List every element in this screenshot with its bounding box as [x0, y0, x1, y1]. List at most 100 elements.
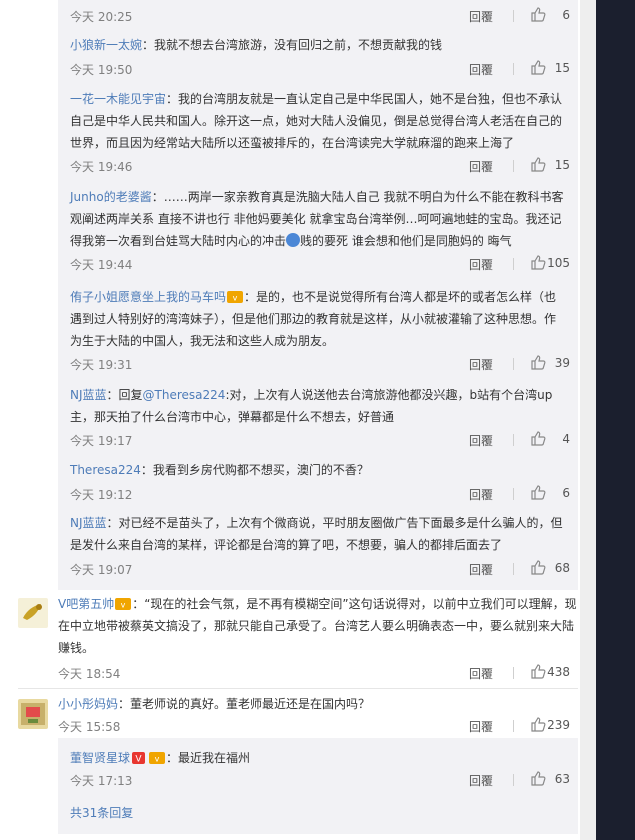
- comment-meta: 今天 15:58 回覆 239: [58, 716, 578, 736]
- reply-meta: 今天 17:13 回覆 63: [70, 770, 578, 790]
- username-link[interactable]: 侑子小姐愿意坐上我的马车吗: [70, 290, 226, 304]
- sub-comment: 一花一木能见宇宙：我的台湾朋友就是一直认定自己是中华民国人，她不是台独，但也不承…: [70, 88, 578, 154]
- comment-text: 观阐述两岸关系 直接不讲也行 非他妈要美化 就拿宝岛台湾举例…呵呵遍地蛙的宝岛。…: [70, 212, 562, 226]
- reply-meta: 今天 19:50 回覆 15: [70, 59, 578, 79]
- reply-button[interactable]: 回覆: [469, 718, 493, 735]
- like-count: 4: [562, 432, 570, 446]
- reply-meta: 今天 19:31 回覆 39: [70, 354, 578, 374]
- reply-meta: 今天 19:44 回覆 105: [70, 254, 578, 274]
- comment-text: :对，上次有人说送他去台湾旅游他都没兴趣，b站有个台湾up: [225, 388, 553, 402]
- like-count: 15: [554, 61, 570, 75]
- username-link[interactable]: 董智贤星球: [70, 751, 130, 765]
- like-count: 39: [554, 356, 570, 370]
- thumbs-up-icon[interactable]: [530, 716, 546, 732]
- thumbs-up-icon[interactable]: [530, 770, 546, 786]
- divider: [18, 688, 578, 689]
- reply-button[interactable]: 回覆: [469, 256, 493, 273]
- svg-text:v: v: [121, 601, 126, 610]
- timestamp: 今天 19:12: [70, 488, 133, 502]
- divider: [513, 160, 514, 172]
- divider: [513, 667, 514, 679]
- reply-button[interactable]: 回覆: [469, 158, 493, 175]
- username-link[interactable]: Junho的老婆酱: [70, 190, 152, 204]
- like-count: 6: [562, 8, 570, 22]
- reply-button[interactable]: 回覆: [469, 561, 493, 578]
- sub-comment: 董智贤星球 Vv ：最近我在福州: [70, 747, 578, 769]
- comment-text: ：我看到乡房代购都不想买，澳门的不香？: [140, 463, 369, 477]
- divider: [513, 63, 514, 75]
- timestamp: 今天 19:31: [70, 358, 133, 372]
- comment-text: ：……两岸一家亲教育真是洗脑大陆人自己 我就不明白为什么不能在教科书客: [151, 190, 564, 204]
- reply-meta: 今天 19:46 回覆 15: [70, 156, 578, 176]
- timestamp: 今天 19:44: [70, 258, 133, 272]
- reply-button[interactable]: 回覆: [469, 61, 493, 78]
- username-link[interactable]: V吧第五帅: [58, 597, 114, 611]
- svg-text:v: v: [233, 294, 238, 303]
- thumbs-up-icon[interactable]: [530, 354, 546, 370]
- like-count: 68: [554, 561, 570, 575]
- like-count: 15: [554, 158, 570, 172]
- avatar[interactable]: [18, 598, 48, 628]
- comment-text: ：我就不想去台湾旅游，没有回归之前，不想贡献我的钱: [142, 38, 443, 52]
- thumbs-up-icon[interactable]: [530, 430, 546, 446]
- comment-text: 得我第一次看到台娃骂大陆时内心的冲击: [70, 234, 287, 248]
- reply-meta: 今天 19:07 回覆 68: [70, 559, 578, 579]
- sub-comment: NJ蓝蓝：回复@Theresa224:对，上次有人说送他去台湾旅游他都没兴趣，b…: [70, 384, 578, 428]
- reply-button[interactable]: 回覆: [469, 665, 493, 682]
- like-count: 438: [547, 665, 570, 679]
- timestamp: 今天 19:17: [70, 434, 133, 448]
- divider: [513, 563, 514, 575]
- divider: [513, 358, 514, 370]
- timestamp: 今天 19:50: [70, 63, 133, 77]
- timestamp: 今天 19:46: [70, 160, 133, 174]
- sub-comment: Junho的老婆酱：……两岸一家亲教育真是洗脑大陆人自己 我就不明白为什么不能在…: [70, 186, 578, 252]
- reply-button[interactable]: 回覆: [469, 356, 493, 373]
- thumbs-up-icon[interactable]: [530, 663, 546, 679]
- username-link[interactable]: NJ蓝蓝: [70, 388, 107, 402]
- thumbs-up-icon[interactable]: [530, 559, 546, 575]
- comment-text: 自己是中华人民共和国人。除开这一点，她对大陆人没偏见，倒是总觉得台湾人老活在自己…: [70, 114, 563, 128]
- thumbs-up-icon[interactable]: [530, 254, 546, 270]
- emoji-icon: [286, 233, 301, 247]
- divider: [513, 10, 514, 22]
- comment: 小小彤妈妈：董老师说的真好。董老师最近还是在国内吗？: [58, 693, 578, 715]
- username-link[interactable]: 小狼新一太婉: [70, 38, 142, 52]
- username-link[interactable]: 一花一木能见宇宙: [70, 92, 166, 106]
- reply-button[interactable]: 回覆: [469, 432, 493, 449]
- thumbs-up-icon[interactable]: [530, 484, 546, 500]
- divider: [513, 720, 514, 732]
- comment-text: ：最近我在福州: [166, 751, 251, 765]
- comment-text: ：董老师说的真好。董老师最近还是在国内吗？: [118, 697, 371, 711]
- like-count: 6: [562, 486, 570, 500]
- mention-link[interactable]: @Theresa224: [143, 388, 226, 402]
- comment-text: 贱的要死 谁会想和他们是同胞妈的 晦气: [300, 234, 512, 248]
- comment-text: 赚钱。: [58, 641, 95, 655]
- vip-badge-icon: v: [227, 291, 244, 303]
- comment-text: 为生于大陆的中国人，我无法和这些人成为朋友。: [70, 334, 335, 348]
- thumbs-up-icon[interactable]: [530, 59, 546, 75]
- comment-text: 是发什么来自台湾的某样，评论都是台湾的算了吧，不想要，骗人的都排后面去了: [70, 538, 503, 552]
- reply-button[interactable]: 回覆: [469, 8, 493, 25]
- comment-meta: 今天 18:54 回覆 438: [58, 663, 578, 683]
- reply-button[interactable]: 回覆: [469, 772, 493, 789]
- sub-comment: 侑子小姐愿意坐上我的马车吗 v ：是的，也不是说觉得所有台湾人都是坏的或者怎么样（也…: [70, 286, 578, 352]
- vip-badge-icon: v: [115, 598, 132, 610]
- verified-v-icon: V: [132, 752, 146, 765]
- thumbs-up-icon[interactable]: [530, 156, 546, 172]
- comment-text: ：对已经不是苗头了，上次有个微商说，平时朋友圈做广告下面最多是什么骗人的，但: [106, 516, 563, 530]
- avatar[interactable]: [18, 699, 48, 729]
- username-link[interactable]: Theresa224: [70, 463, 141, 477]
- comment-text: 遇到过人特别好的湾湾妹子），但是他们那边的教育就是这样，从小就被灌输了这种思想。…: [70, 312, 557, 326]
- username-link[interactable]: 小小彤妈妈: [58, 697, 118, 711]
- username-link[interactable]: NJ蓝蓝: [70, 516, 107, 530]
- reply-button[interactable]: 回覆: [469, 486, 493, 503]
- more-replies-link[interactable]: 共31条回复: [70, 804, 133, 821]
- comment-text: 在中立地带被蔡英文搞没了，那就只能自己承受了。台湾艺人要么明确表态一中，要么就别…: [58, 619, 575, 633]
- comment-text: 世界，而且因为经常站大陆所以还蛮被排斥的，在台湾读完大学就麻溜的跑来上海了: [70, 136, 515, 150]
- timestamp: 今天 18:54: [58, 667, 121, 681]
- thumbs-up-icon[interactable]: [530, 6, 546, 22]
- sub-comment: Theresa224：我看到乡房代购都不想买，澳门的不香？: [70, 459, 578, 481]
- divider: [513, 434, 514, 446]
- timestamp: 今天 17:13: [70, 774, 133, 788]
- comment-text: 主，那天拍了什么台湾市中心，弹幕都是什么不想去，好普通: [70, 410, 395, 424]
